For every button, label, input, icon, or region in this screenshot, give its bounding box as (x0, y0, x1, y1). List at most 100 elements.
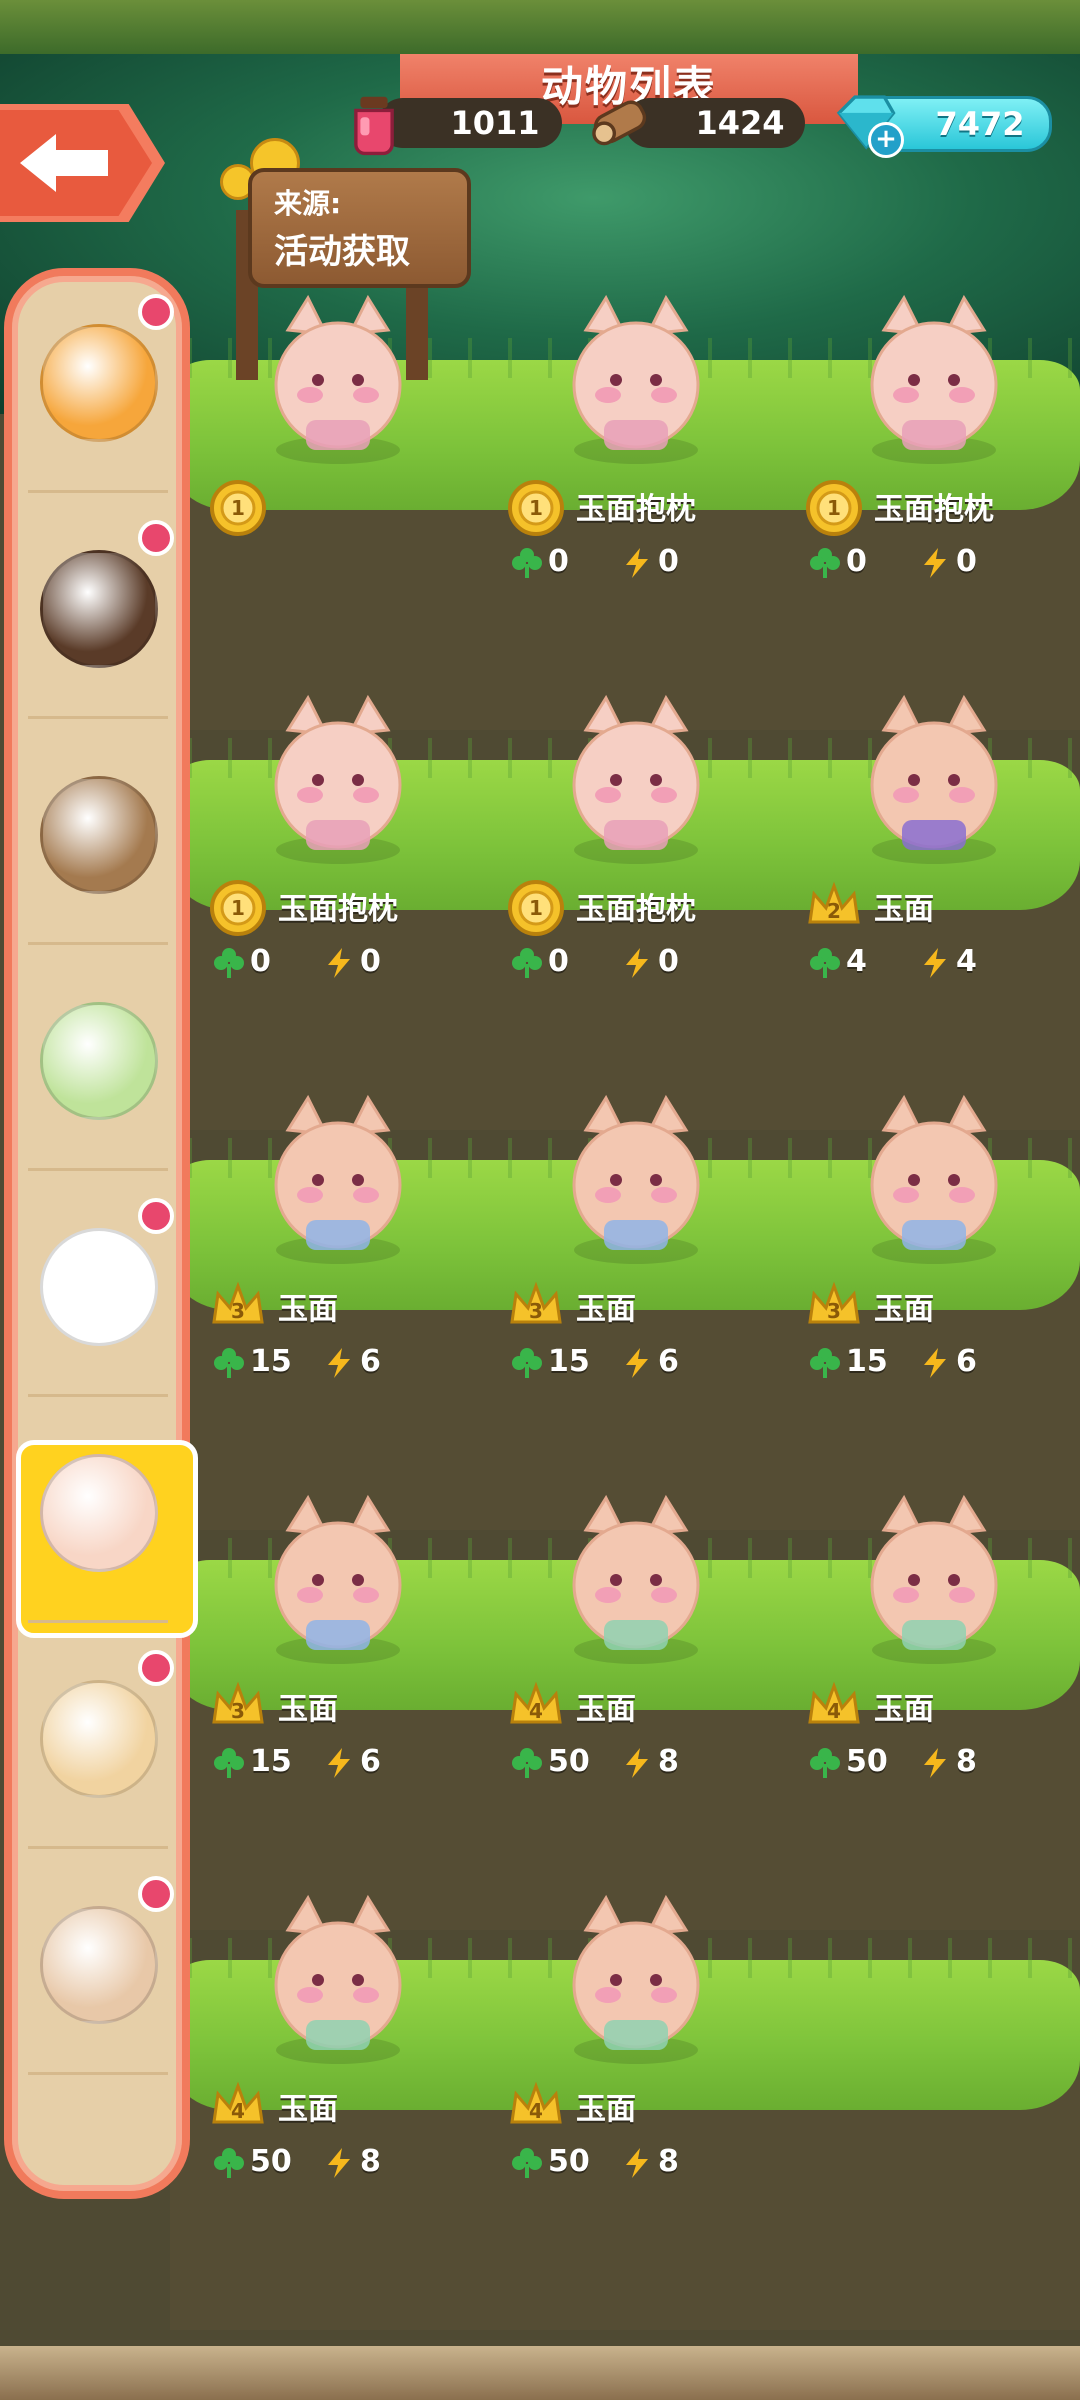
energy-value: 6 (658, 1344, 679, 1379)
level-number: 4 (827, 1699, 841, 1723)
notification-dot (138, 294, 174, 330)
source-label: 来源: (274, 187, 342, 220)
fox-character-image (572, 1094, 700, 1264)
animal-card[interactable]: 1 (190, 290, 486, 590)
animal-card[interactable]: 3 玉面 15 6 (190, 1090, 486, 1390)
lightning-icon (924, 948, 946, 978)
clover-icon (512, 2148, 542, 2178)
lightning-icon (626, 2148, 648, 2178)
animal-name: 玉面 (278, 1292, 338, 1327)
bear-avatar (40, 550, 158, 668)
energy-value: 8 (956, 1744, 977, 1779)
add-gems-button[interactable]: + (868, 122, 904, 158)
lightning-icon (328, 948, 350, 978)
animal-name: 玉面 (874, 1692, 934, 1727)
animal-card[interactable]: 4 玉面 50 8 (488, 1490, 784, 1790)
animal-name: 玉面 (874, 892, 934, 927)
animal-card[interactable]: 1 玉面抱枕 0 0 (488, 690, 784, 990)
lightning-icon (626, 1348, 648, 1378)
level-number: 4 (231, 2099, 245, 2123)
clover-value: 15 (846, 1344, 888, 1379)
fox-character-image (274, 694, 402, 864)
animal-card[interactable]: 3 玉面 15 6 (190, 1490, 486, 1790)
clover-icon (810, 1748, 840, 1778)
animal-card[interactable]: 2 玉面 4 4 (786, 690, 1080, 990)
animal-card[interactable]: 4 玉面 50 8 (488, 1890, 784, 2190)
fox-character-image (274, 1094, 402, 1264)
clover-value: 0 (548, 544, 569, 579)
energy-value: 6 (360, 1344, 381, 1379)
wood-value: 1424 (695, 104, 785, 142)
bottom-scenery (0, 2346, 1080, 2400)
level-number: 3 (529, 1299, 543, 1323)
fox-character-image (572, 694, 700, 864)
sidebar-item-sheep[interactable] (28, 978, 168, 1171)
clover-value: 0 (846, 544, 867, 579)
fox-character-image (870, 294, 998, 464)
clover-icon (214, 1348, 244, 1378)
sidebar-item-hamster[interactable] (28, 1656, 168, 1849)
lightning-icon (626, 1748, 648, 1778)
sidebar-item-bear[interactable] (28, 526, 168, 719)
level-crown-icon: 4 (808, 1681, 860, 1724)
lightning-icon (328, 1748, 350, 1778)
lightning-icon (924, 1348, 946, 1378)
clover-icon (810, 1348, 840, 1378)
arrow-left-icon (20, 134, 108, 192)
fox-pillow-avatar (40, 1454, 158, 1572)
clover-icon (512, 1748, 542, 1778)
energy-value: 8 (658, 1744, 679, 1779)
animal-name: 玉面 (576, 2092, 636, 2127)
level-number: 1 (529, 496, 543, 520)
clover-icon (214, 1748, 244, 1778)
clover-icon (214, 2148, 244, 2178)
level-crown-icon: 4 (510, 1681, 562, 1724)
animal-card[interactable]: 1 玉面抱枕 0 0 (190, 690, 486, 990)
sidebar-item-bunny[interactable] (28, 1204, 168, 1397)
notification-dot (138, 1876, 174, 1912)
level-medal-icon: 1 (210, 880, 266, 936)
animal-card[interactable]: 1 玉面抱枕 0 0 (786, 290, 1080, 590)
wood-log-icon (592, 100, 647, 146)
animal-card[interactable]: 3 玉面 15 6 (786, 1090, 1080, 1390)
lightning-icon (626, 548, 648, 578)
sidebar-item-fox-pillow[interactable] (28, 1430, 168, 1623)
lightning-icon (924, 1748, 946, 1778)
clover-icon (810, 948, 840, 978)
level-crown-icon: 3 (510, 1281, 562, 1324)
sidebar-item-hedgehog[interactable] (28, 1882, 168, 2075)
clover-value: 50 (548, 2144, 590, 2179)
energy-value: 0 (956, 544, 977, 579)
fox-character-image (870, 1494, 998, 1664)
animal-card[interactable]: 4 玉面 50 8 (190, 1890, 486, 2190)
clover-value: 15 (250, 1344, 292, 1379)
source-sign: 来源: 活动获取 (248, 168, 471, 288)
clover-value: 15 (250, 1744, 292, 1779)
energy-value: 6 (360, 1744, 381, 1779)
animal-card[interactable]: 4 玉面 50 8 (786, 1490, 1080, 1790)
animal-card[interactable]: 3 玉面 15 6 (488, 1090, 784, 1390)
level-number: 3 (231, 1299, 245, 1323)
animal-card[interactable]: 1 玉面抱枕 0 0 (488, 290, 784, 590)
fox-character-image (274, 294, 402, 464)
energy-value: 0 (658, 944, 679, 979)
bunny-avatar (40, 1228, 158, 1346)
level-number: 4 (529, 2099, 543, 2123)
sidebar-item-potato[interactable] (28, 752, 168, 945)
lightning-icon (328, 2148, 350, 2178)
clover-value: 50 (250, 2144, 292, 2179)
animal-name: 玉面抱枕 (874, 492, 994, 527)
lightning-icon (626, 948, 648, 978)
fox-character-image (274, 1494, 402, 1664)
top-scenery (0, 0, 1080, 57)
energy-value: 4 (956, 944, 977, 979)
gem-value: 7472 (935, 105, 1025, 143)
level-crown-icon: 4 (510, 2081, 562, 2124)
fox-character-image (870, 694, 998, 864)
lightning-icon (328, 1348, 350, 1378)
level-number: 3 (827, 1299, 841, 1323)
sidebar-item-cat[interactable] (28, 300, 168, 493)
clover-value: 50 (846, 1744, 888, 1779)
energy-value: 8 (360, 2144, 381, 2179)
notification-dot (138, 520, 174, 556)
